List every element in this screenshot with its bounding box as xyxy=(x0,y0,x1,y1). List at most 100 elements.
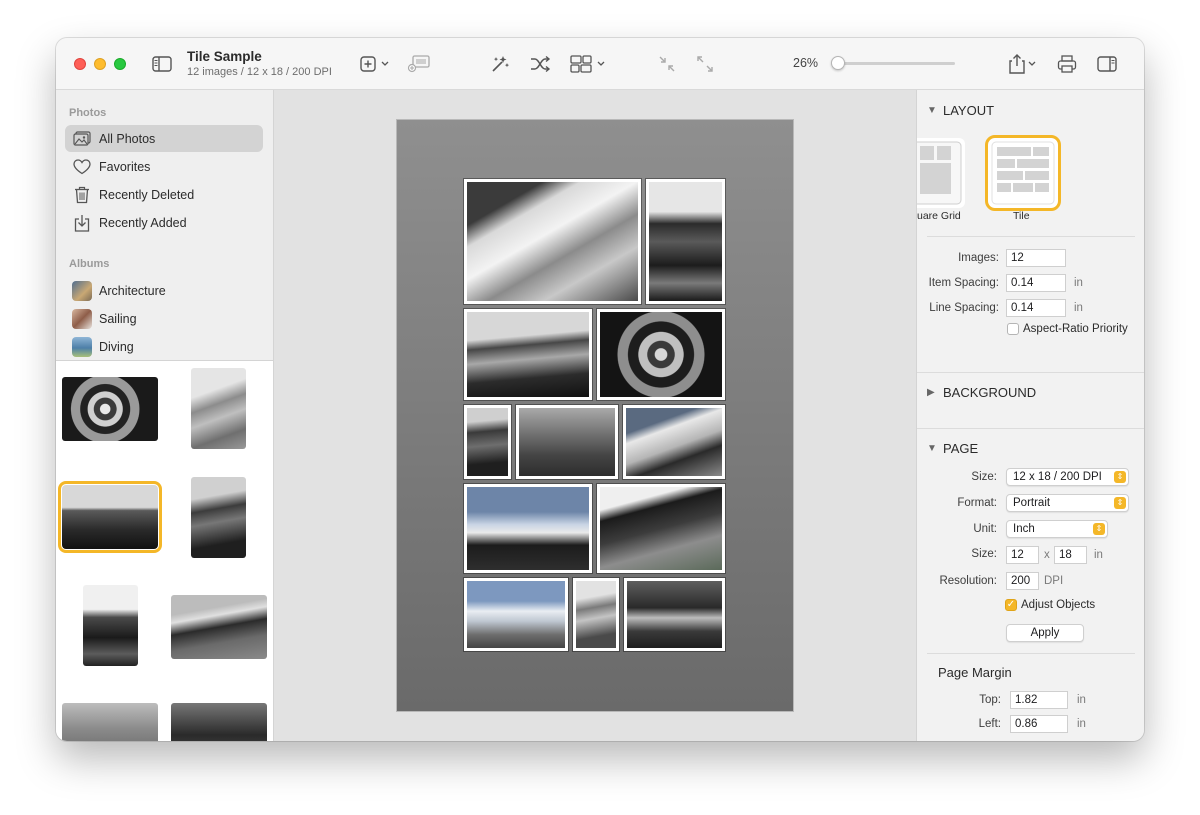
aspect-ratio-priority-checkbox[interactable] xyxy=(1007,323,1019,335)
layout-canvas[interactable] xyxy=(274,90,916,741)
page-margin-header: Page Margin xyxy=(938,665,1012,680)
zoom-slider[interactable] xyxy=(835,62,955,65)
sidebar-toggle-icon[interactable] xyxy=(151,52,173,76)
aspect-ratio-priority-label: Aspect-Ratio Priority xyxy=(1023,323,1128,335)
sidebar-item-diving[interactable]: Diving xyxy=(65,333,263,360)
margin-left-label: Left: xyxy=(978,718,1001,730)
close-window-button[interactable] xyxy=(74,58,86,70)
line-spacing-label: Line Spacing: xyxy=(929,302,999,314)
photo-tile[interactable] xyxy=(573,578,619,651)
photo-thumbnail-browser[interactable] xyxy=(56,360,273,741)
sidebar-item-recently-added[interactable]: Recently Added xyxy=(65,209,263,236)
photo-tile[interactable] xyxy=(597,309,725,400)
select-value: 12 x 18 / 200 DPI xyxy=(1013,471,1102,483)
line-spacing-field[interactable]: 0.14 xyxy=(1006,299,1066,317)
sidebar-item-architecture[interactable]: Architecture xyxy=(65,277,263,304)
sidebar: Photos All Photos Favorites Recently Del… xyxy=(56,90,274,741)
sidebar-item-favorites[interactable]: Favorites xyxy=(65,153,263,180)
minimize-window-button[interactable] xyxy=(94,58,106,70)
photo-thumbnail-selected[interactable] xyxy=(58,481,162,553)
page-size-label: Size: xyxy=(971,471,997,483)
photo-tile[interactable] xyxy=(624,578,725,651)
format-select[interactable]: Portrait ⇕ xyxy=(1006,494,1129,512)
photo-tile[interactable] xyxy=(464,484,592,573)
photo-thumbnail[interactable] xyxy=(171,703,267,741)
divider xyxy=(927,236,1135,237)
zoom-slider-knob[interactable] xyxy=(831,56,846,70)
shuffle-icon[interactable] xyxy=(528,52,552,76)
layout-options-icon[interactable] xyxy=(570,52,610,76)
photo-thumbnail[interactable] xyxy=(171,595,267,659)
adjust-objects-checkbox[interactable]: ✓ xyxy=(1005,599,1017,611)
divider xyxy=(917,372,1144,373)
background-section-header[interactable]: ▶ BACKGROUND xyxy=(927,385,1036,400)
photo-tile[interactable] xyxy=(597,484,725,573)
margin-top-field[interactable]: 1.82 xyxy=(1010,691,1068,709)
page-section-header[interactable]: ▼ PAGE xyxy=(927,441,978,456)
photos-section-header: Photos xyxy=(69,107,107,119)
margin-top-label: Top: xyxy=(979,694,1001,706)
select-value: Portrait xyxy=(1013,497,1051,509)
heart-icon xyxy=(71,157,93,177)
page-size-select[interactable]: 12 x 18 / 200 DPI ⇕ xyxy=(1006,468,1129,486)
page-width-field[interactable]: 12 xyxy=(1006,546,1039,564)
share-icon[interactable] xyxy=(1006,52,1040,76)
adjust-objects-label: Adjust Objects xyxy=(1021,599,1096,611)
inspector-toggle-icon[interactable] xyxy=(1096,52,1118,76)
unit-select[interactable]: Inch ⇕ xyxy=(1006,520,1108,538)
photo-thumbnail[interactable] xyxy=(83,585,138,666)
collapse-icon[interactable] xyxy=(656,52,678,76)
magic-wand-icon[interactable] xyxy=(488,52,512,76)
print-icon[interactable] xyxy=(1056,52,1078,76)
layout-option-square-grid[interactable] xyxy=(917,138,965,208)
layout-section-header[interactable]: ▼ LAYOUT xyxy=(927,103,994,118)
section-title: LAYOUT xyxy=(943,103,995,118)
chevron-down-icon: ▼ xyxy=(927,443,937,454)
photo-thumbnail[interactable] xyxy=(62,703,158,741)
photo-tile[interactable] xyxy=(464,179,641,304)
photo-tile[interactable] xyxy=(464,405,511,479)
select-value: Inch xyxy=(1013,523,1035,535)
section-title: PAGE xyxy=(943,441,979,456)
photo-thumbnail[interactable] xyxy=(191,368,246,449)
apply-button[interactable]: Apply xyxy=(1006,624,1084,642)
photo-tile[interactable] xyxy=(646,179,725,304)
toolbar: Tile Sample 12 images / 12 x 18 / 200 DP… xyxy=(56,38,1144,90)
photo-thumbnail[interactable] xyxy=(62,377,158,441)
item-spacing-field[interactable]: 0.14 xyxy=(1006,274,1066,292)
app-window: Tile Sample 12 images / 12 x 18 / 200 DP… xyxy=(56,38,1144,741)
chevron-right-icon: ▶ xyxy=(927,387,935,398)
page-dimensions-label: Size: xyxy=(971,548,997,560)
photo-tile[interactable] xyxy=(516,405,618,479)
albums-section-header: Albums xyxy=(69,258,110,270)
resolution-unit: DPI xyxy=(1044,575,1064,587)
inspector-panel: ▼ LAYOUT uare Grid Tile Images: 12 Item … xyxy=(916,90,1144,741)
document-title: Tile Sample xyxy=(187,49,262,64)
divider xyxy=(927,653,1135,654)
dimension-unit: in xyxy=(1094,549,1103,561)
zoom-window-button[interactable] xyxy=(114,58,126,70)
import-icon xyxy=(71,213,93,233)
margin-left-field[interactable]: 0.86 xyxy=(1010,715,1068,733)
add-icon[interactable] xyxy=(359,52,395,76)
add-media-icon[interactable] xyxy=(406,52,432,76)
sidebar-item-label: Architecture xyxy=(99,283,166,298)
expand-icon[interactable] xyxy=(694,52,716,76)
sidebar-item-sailing[interactable]: Sailing xyxy=(65,305,263,332)
unit-label: Unit: xyxy=(973,523,997,535)
sidebar-item-recently-deleted[interactable]: Recently Deleted xyxy=(65,181,263,208)
times-label: x xyxy=(1044,549,1050,561)
stepper-icon: ⇕ xyxy=(1093,523,1105,535)
divider xyxy=(917,428,1144,429)
layout-option-tile[interactable] xyxy=(985,135,1061,211)
sidebar-item-all-photos[interactable]: All Photos xyxy=(65,125,263,152)
photo-tile[interactable] xyxy=(464,578,568,651)
images-field[interactable]: 12 xyxy=(1006,249,1066,267)
print-page[interactable] xyxy=(397,120,793,711)
resolution-field[interactable]: 200 xyxy=(1006,572,1039,590)
photo-tile[interactable] xyxy=(464,309,592,400)
sidebar-item-label: Recently Deleted xyxy=(99,187,195,202)
photo-tile[interactable] xyxy=(623,405,725,479)
page-height-field[interactable]: 18 xyxy=(1054,546,1087,564)
photo-thumbnail[interactable] xyxy=(191,477,246,558)
